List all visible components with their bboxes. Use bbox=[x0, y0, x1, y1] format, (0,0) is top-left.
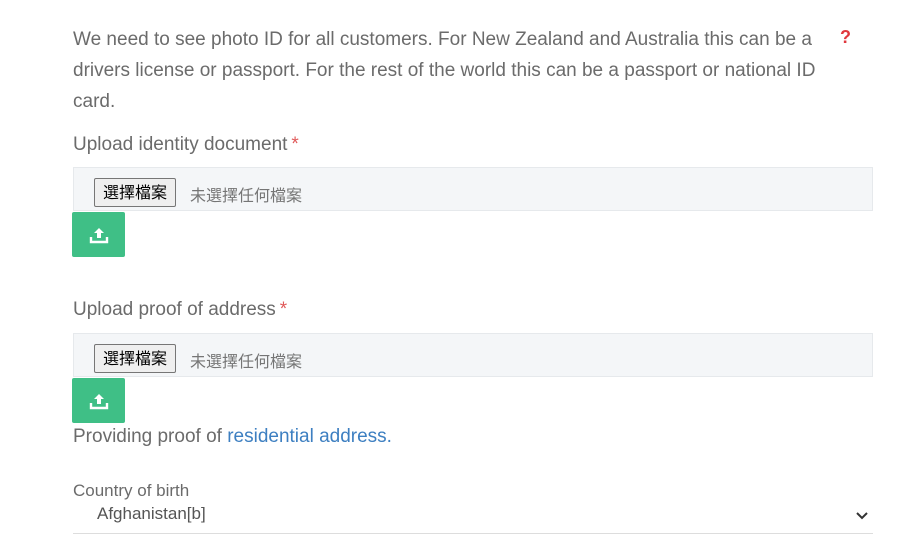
identity-document-label: Upload identity document * bbox=[73, 133, 299, 157]
upload-icon bbox=[89, 393, 108, 409]
required-asterisk: * bbox=[291, 134, 299, 155]
choose-file-button[interactable]: 選擇檔案 bbox=[94, 344, 177, 373]
file-status-text: 未選擇任何檔案 bbox=[190, 352, 303, 371]
file-status-text: 未選擇任何檔案 bbox=[190, 186, 303, 205]
selected-country: Afghanistan[b] bbox=[97, 504, 206, 523]
proof-of-address-note: Providing proof of residential address. bbox=[73, 426, 392, 448]
address-file-input[interactable]: 選擇檔案 未選擇任何檔案 bbox=[73, 333, 873, 377]
address-label-text: Upload proof of address bbox=[73, 299, 276, 320]
identity-label-text: Upload identity document bbox=[73, 134, 288, 155]
upload-icon bbox=[89, 227, 108, 243]
proof-note-prefix: Providing proof of bbox=[73, 426, 228, 447]
required-asterisk: * bbox=[279, 299, 288, 320]
residential-address-link[interactable]: residential address. bbox=[227, 426, 392, 447]
identity-upload-button[interactable] bbox=[72, 212, 125, 257]
proof-of-address-label: Upload proof of address * bbox=[73, 298, 287, 322]
address-upload-button[interactable] bbox=[72, 378, 125, 423]
instructions-text: We need to see photo ID for all customer… bbox=[73, 29, 816, 112]
photo-id-instructions: We need to see photo ID for all customer… bbox=[73, 24, 853, 117]
chevron-down-icon bbox=[856, 512, 868, 520]
country-of-birth-label: Country of birth bbox=[73, 481, 190, 500]
country-of-birth-select[interactable]: Afghanistan[b] bbox=[73, 503, 873, 534]
identity-file-input[interactable]: 選擇檔案 未選擇任何檔案 bbox=[73, 167, 873, 211]
question-mark-icon[interactable]: ? bbox=[840, 27, 851, 48]
choose-file-button[interactable]: 選擇檔案 bbox=[94, 178, 177, 207]
